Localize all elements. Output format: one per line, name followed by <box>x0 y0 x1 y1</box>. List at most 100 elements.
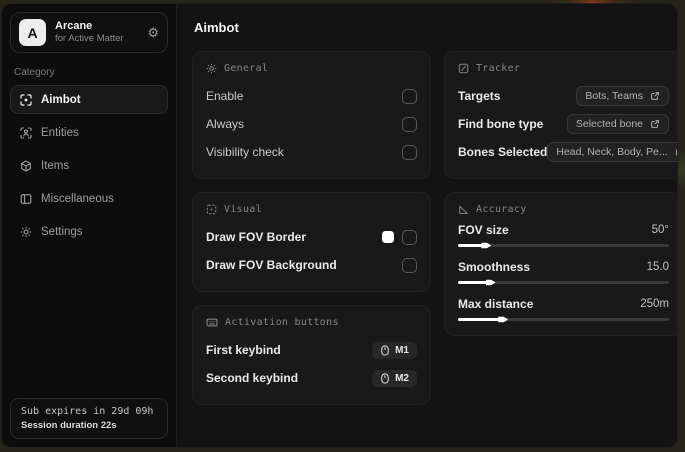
person-scan-icon <box>20 126 32 139</box>
tracker-icon <box>458 63 469 74</box>
sidebar-item-aimbot[interactable]: Aimbot <box>10 85 168 114</box>
fov-size-label: FOV size <box>458 223 509 237</box>
enable-label: Enable <box>206 89 244 103</box>
expand-select-icon <box>675 147 677 157</box>
max-distance-label: Max distance <box>458 297 534 311</box>
find-bone-type-label: Find bone type <box>458 117 544 131</box>
second-keybind-label: Second keybind <box>206 371 299 385</box>
max-distance-slider-fill <box>458 316 509 323</box>
left-column: General Enable Always Visibility check V… <box>192 51 431 418</box>
fov-size-value: 50° <box>651 224 669 236</box>
sidebar-item-label: Miscellaneous <box>41 192 114 205</box>
draw-fov-border-checkbox[interactable] <box>402 229 417 245</box>
sun-icon <box>206 63 217 74</box>
tracker-card-header: Tracker <box>458 63 669 74</box>
crosshair-scan-icon <box>20 93 32 106</box>
fov-size-slider-thumb[interactable] <box>481 242 492 249</box>
sub-expires-text: Sub expires in 29d 09h <box>21 406 154 417</box>
session-duration-text: Session duration 22s <box>21 420 117 431</box>
mouse-icon <box>380 372 390 384</box>
sidebar-item-items[interactable]: Items <box>10 151 168 180</box>
keyboard-icon <box>206 317 218 328</box>
draw-fov-background-label: Draw FOV Background <box>206 258 337 272</box>
targets-label: Targets <box>458 89 501 103</box>
frame-icon <box>206 204 217 215</box>
smoothness-label: Smoothness <box>458 260 531 274</box>
always-checkbox[interactable] <box>402 116 417 132</box>
find-bone-type-value: Selected bone <box>575 118 643 130</box>
sidebar-item-settings[interactable]: Settings <box>10 217 168 246</box>
sidebar-item-entities[interactable]: Entities <box>10 118 168 147</box>
row-targets: Targets Bots, Teams <box>458 82 669 110</box>
brand-text: Arcane for Active Matter <box>55 20 138 46</box>
first-keybind-value: M1 <box>395 344 409 356</box>
category-label: Category <box>14 67 55 78</box>
first-keybind-label: First keybind <box>206 343 281 357</box>
brand-card: A Arcane for Active Matter ⚙ <box>10 12 168 53</box>
row-draw-fov-border: Draw FOV Border <box>206 223 417 251</box>
max-distance-slider-block: Max distance 250m <box>458 297 669 323</box>
targets-dropdown[interactable]: Bots, Teams <box>576 86 669 106</box>
cube-icon <box>20 159 32 172</box>
sidebar-item-label: Settings <box>41 225 83 238</box>
row-bones-selected: Bones Selected Head, Neck, Body, Pe... <box>458 138 677 166</box>
brand-logo: A <box>19 19 46 46</box>
second-keybind-value: M2 <box>395 372 409 384</box>
smoothness-slider-fill <box>458 279 496 286</box>
tracker-card-title: Tracker <box>476 63 521 74</box>
subscription-info-box: Sub expires in 29d 09h Session duration … <box>10 398 168 439</box>
sidebar: A Arcane for Active Matter ⚙ Category Ai… <box>2 4 177 447</box>
row-draw-fov-background: Draw FOV Background <box>206 251 417 279</box>
draw-fov-border-label: Draw FOV Border <box>206 230 307 244</box>
smoothness-value: 15.0 <box>646 261 669 273</box>
bones-selected-label: Bones Selected <box>458 145 548 159</box>
gear-icon[interactable]: ⚙ <box>147 26 159 39</box>
main-content: Aimbot General Enable Always Visibility … <box>177 4 677 447</box>
layout-panel-icon <box>20 193 32 205</box>
activation-card-header: Activation buttons <box>206 317 417 328</box>
max-distance-slider-thumb[interactable] <box>498 316 509 323</box>
activation-card-title: Activation buttons <box>225 317 339 328</box>
smoothness-slider[interactable] <box>458 279 669 286</box>
draw-fov-background-checkbox[interactable] <box>402 257 417 273</box>
fov-border-color-swatch[interactable] <box>382 231 394 243</box>
fov-size-slider[interactable] <box>458 242 669 249</box>
find-bone-type-dropdown[interactable]: Selected bone <box>566 114 669 134</box>
visibility-check-checkbox[interactable] <box>402 144 417 160</box>
targets-value: Bots, Teams <box>585 90 643 102</box>
bones-selected-dropdown[interactable]: Head, Neck, Body, Pe... <box>547 142 677 162</box>
general-card: General Enable Always Visibility check <box>192 51 431 179</box>
right-column: Tracker Targets Bots, Teams Find bone ty… <box>444 51 677 349</box>
second-keybind-button[interactable]: M2 <box>372 369 417 387</box>
visibility-check-label: Visibility check <box>206 145 284 159</box>
accuracy-card-header: Accuracy <box>458 204 669 215</box>
bones-selected-value: Head, Neck, Body, Pe... <box>556 146 668 158</box>
fov-size-slider-fill <box>458 242 492 249</box>
row-enable: Enable <box>206 82 417 110</box>
first-keybind-button[interactable]: M1 <box>372 341 417 359</box>
page-title: Aimbot <box>194 20 239 35</box>
visual-card: Visual Draw FOV Border Draw FOV Backgrou… <box>192 192 431 292</box>
brand-subtitle: for Active Matter <box>55 33 124 45</box>
row-always: Always <box>206 110 417 138</box>
max-distance-value: 250m <box>640 298 669 310</box>
sidebar-item-label: Aimbot <box>41 93 81 106</box>
enable-checkbox[interactable] <box>402 88 417 104</box>
general-card-header: General <box>206 63 417 74</box>
gear-icon <box>20 226 32 238</box>
expand-select-icon <box>650 91 660 101</box>
tracker-card: Tracker Targets Bots, Teams Find bone ty… <box>444 51 677 179</box>
always-label: Always <box>206 117 245 131</box>
activation-buttons-card: Activation buttons First keybind M1 Seco… <box>192 305 431 405</box>
accuracy-card: Accuracy FOV size 50° Smoothness 15.0 Ma… <box>444 192 677 336</box>
sidebar-item-miscellaneous[interactable]: Miscellaneous <box>10 184 168 213</box>
accuracy-card-title: Accuracy <box>476 204 527 215</box>
app-window: A Arcane for Active Matter ⚙ Category Ai… <box>1 3 678 448</box>
smoothness-slider-block: Smoothness 15.0 <box>458 260 669 286</box>
row-find-bone-type: Find bone type Selected bone <box>458 110 669 138</box>
brand-name: Arcane <box>55 19 93 32</box>
smoothness-slider-thumb[interactable] <box>485 279 496 286</box>
angle-triangle-icon <box>458 204 469 215</box>
expand-select-icon <box>650 119 660 129</box>
max-distance-slider[interactable] <box>458 316 669 323</box>
